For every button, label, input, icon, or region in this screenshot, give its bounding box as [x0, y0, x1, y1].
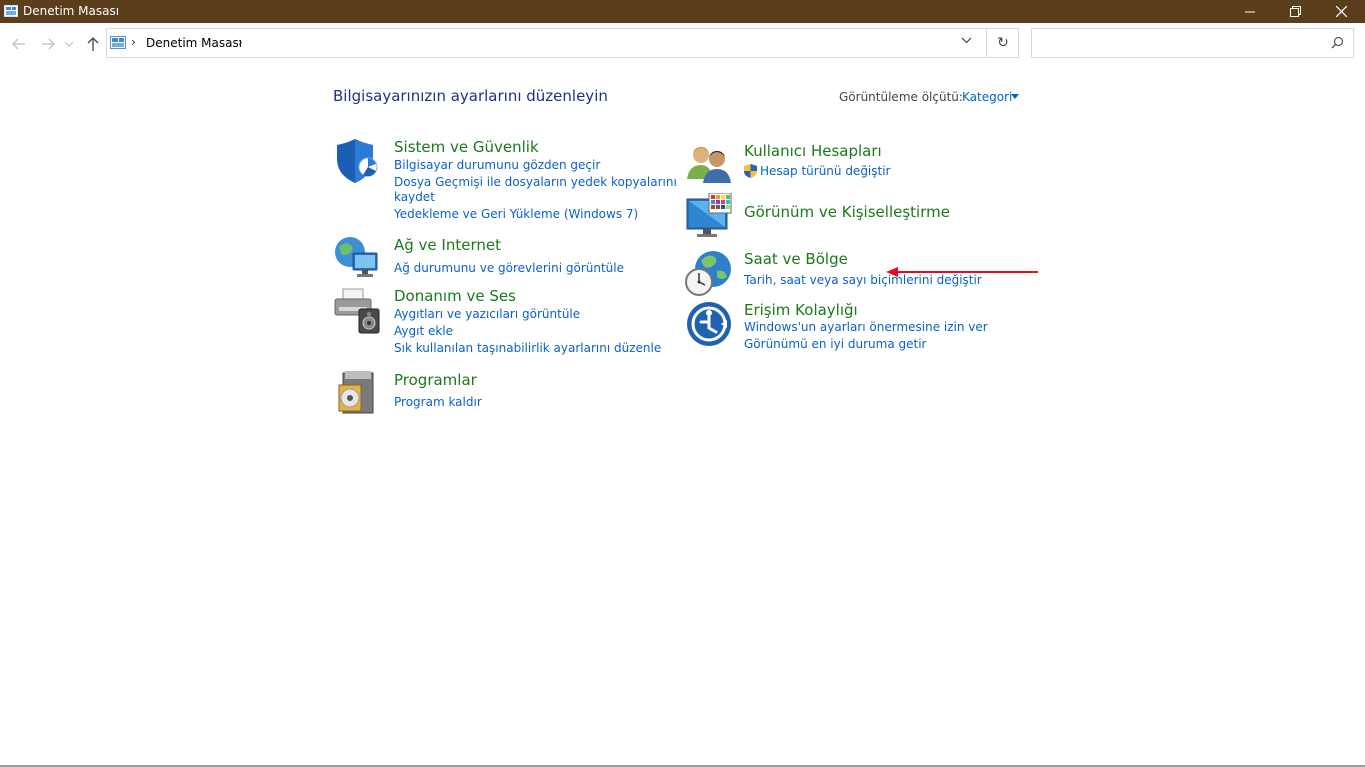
restore-icon	[1289, 6, 1301, 17]
minimize-icon	[1245, 11, 1255, 12]
control-panel-icon	[4, 5, 18, 17]
minimize-button[interactable]	[1227, 0, 1273, 23]
category-link[interactable]: Hesap türünü değiştir	[760, 164, 891, 178]
forward-button[interactable]	[37, 33, 59, 55]
search-icon[interactable]	[1331, 36, 1344, 49]
up-arrow-icon	[87, 37, 99, 51]
address-history-dropdown-icon[interactable]	[961, 37, 972, 44]
control-panel-content: Bilgisayarınızın ayarlarını düzenleyin G…	[0, 63, 1365, 767]
clock-globe-icon	[685, 251, 731, 296]
category-link[interactable]: Aygıt ekle	[394, 324, 453, 338]
category-link[interactable]: Bilgisayar durumunu gözden geçir	[394, 158, 600, 172]
category-link[interactable]: kaydet	[394, 190, 435, 204]
close-button[interactable]	[1318, 0, 1364, 23]
category-appearance-personalization: Görünüm ve Kişiselleştirme	[685, 193, 1005, 243]
category-link[interactable]: Yedekleme ve Geri Yükleme (Windows 7)	[394, 207, 638, 221]
restore-button[interactable]	[1272, 0, 1318, 23]
recent-locations-button[interactable]	[62, 33, 76, 55]
printer-speaker-icon	[334, 288, 380, 334]
network-globe-icon	[335, 237, 378, 277]
category-title[interactable]: Sistem ve Güvenlik	[394, 138, 539, 156]
category-network-internet: Ağ ve Internet Ağ durumunu ve görevlerin…	[333, 235, 653, 285]
page-title: Bilgisayarınızın ayarlarını düzenleyin	[333, 87, 608, 105]
category-hardware-sound: Donanım ve Ses Aygıtları ve yazıcıları g…	[333, 287, 661, 359]
category-link[interactable]: Ağ durumunu ve görevlerini görüntüle	[394, 261, 624, 275]
view-by-label: Görüntüleme ölçütü:	[839, 90, 963, 104]
monitor-palette-icon	[686, 193, 732, 237]
chevron-down-icon	[65, 41, 73, 47]
up-button[interactable]	[82, 33, 104, 55]
shield-icon	[337, 139, 378, 183]
programs-disc-icon	[338, 371, 374, 414]
forward-arrow-icon	[42, 38, 55, 50]
window-title: Denetim Masası	[23, 4, 120, 18]
refresh-button[interactable]: ↻	[987, 29, 1019, 57]
category-title[interactable]: Donanım ve Ses	[394, 287, 516, 305]
address-bar[interactable]: › Denetim Masası › ↻	[106, 28, 1019, 58]
navigation-bar: › Denetim Masası › ↻	[0, 23, 1365, 63]
category-title[interactable]: Kullanıcı Hesapları	[744, 142, 882, 160]
close-icon	[1335, 6, 1347, 17]
accessibility-icon	[687, 302, 731, 346]
search-box[interactable]	[1031, 28, 1354, 58]
category-link[interactable]: Dosya Geçmişi ile dosyaların yedek kopya…	[394, 175, 677, 189]
category-ease-of-access: Erişim Kolaylığı Windows'un ayarları öne…	[685, 300, 1005, 354]
category-link[interactable]: Aygıtları ve yazıcıları görüntüle	[394, 307, 580, 321]
breadcrumb-separator[interactable]: ›	[131, 35, 136, 49]
back-button[interactable]	[8, 33, 30, 55]
category-title[interactable]: Erişim Kolaylığı	[744, 301, 858, 319]
refresh-icon: ↻	[997, 35, 1009, 51]
view-by-dropdown[interactable]: Kategori	[962, 90, 1012, 104]
category-link[interactable]: Windows'un ayarları önermesine izin ver	[744, 320, 988, 334]
category-system-security: Sistem ve Güvenlik Bilgisayar durumunu g…	[333, 137, 677, 227]
title-bar: Denetim Masası	[0, 0, 1365, 23]
category-title[interactable]: Ağ ve Internet	[394, 236, 501, 254]
category-programs: Programlar Program kaldır	[333, 369, 653, 419]
category-title[interactable]: Saat ve Bölge	[744, 250, 848, 268]
category-link[interactable]: Görünümü en iyi duruma getir	[744, 337, 926, 351]
breadcrumb-separator[interactable]: ›	[238, 35, 243, 49]
search-input[interactable]	[1036, 32, 1326, 54]
annotation-arrow	[886, 267, 1038, 277]
back-arrow-icon	[12, 38, 25, 50]
category-user-accounts: Kullanıcı Hesapları Hesap türünü değişti…	[685, 141, 1005, 187]
users-icon	[687, 147, 731, 183]
caret-down-icon[interactable]	[1011, 94, 1019, 99]
category-link[interactable]: Program kaldır	[394, 395, 482, 409]
category-title[interactable]: Görünüm ve Kişiselleştirme	[744, 203, 950, 221]
breadcrumb-item[interactable]: Denetim Masası	[146, 36, 242, 50]
category-link[interactable]: Sık kullanılan taşınabilirlik ayarlarını…	[394, 341, 661, 355]
uac-shield-icon	[744, 164, 757, 178]
control-panel-icon	[110, 36, 126, 49]
category-title[interactable]: Programlar	[394, 371, 477, 389]
